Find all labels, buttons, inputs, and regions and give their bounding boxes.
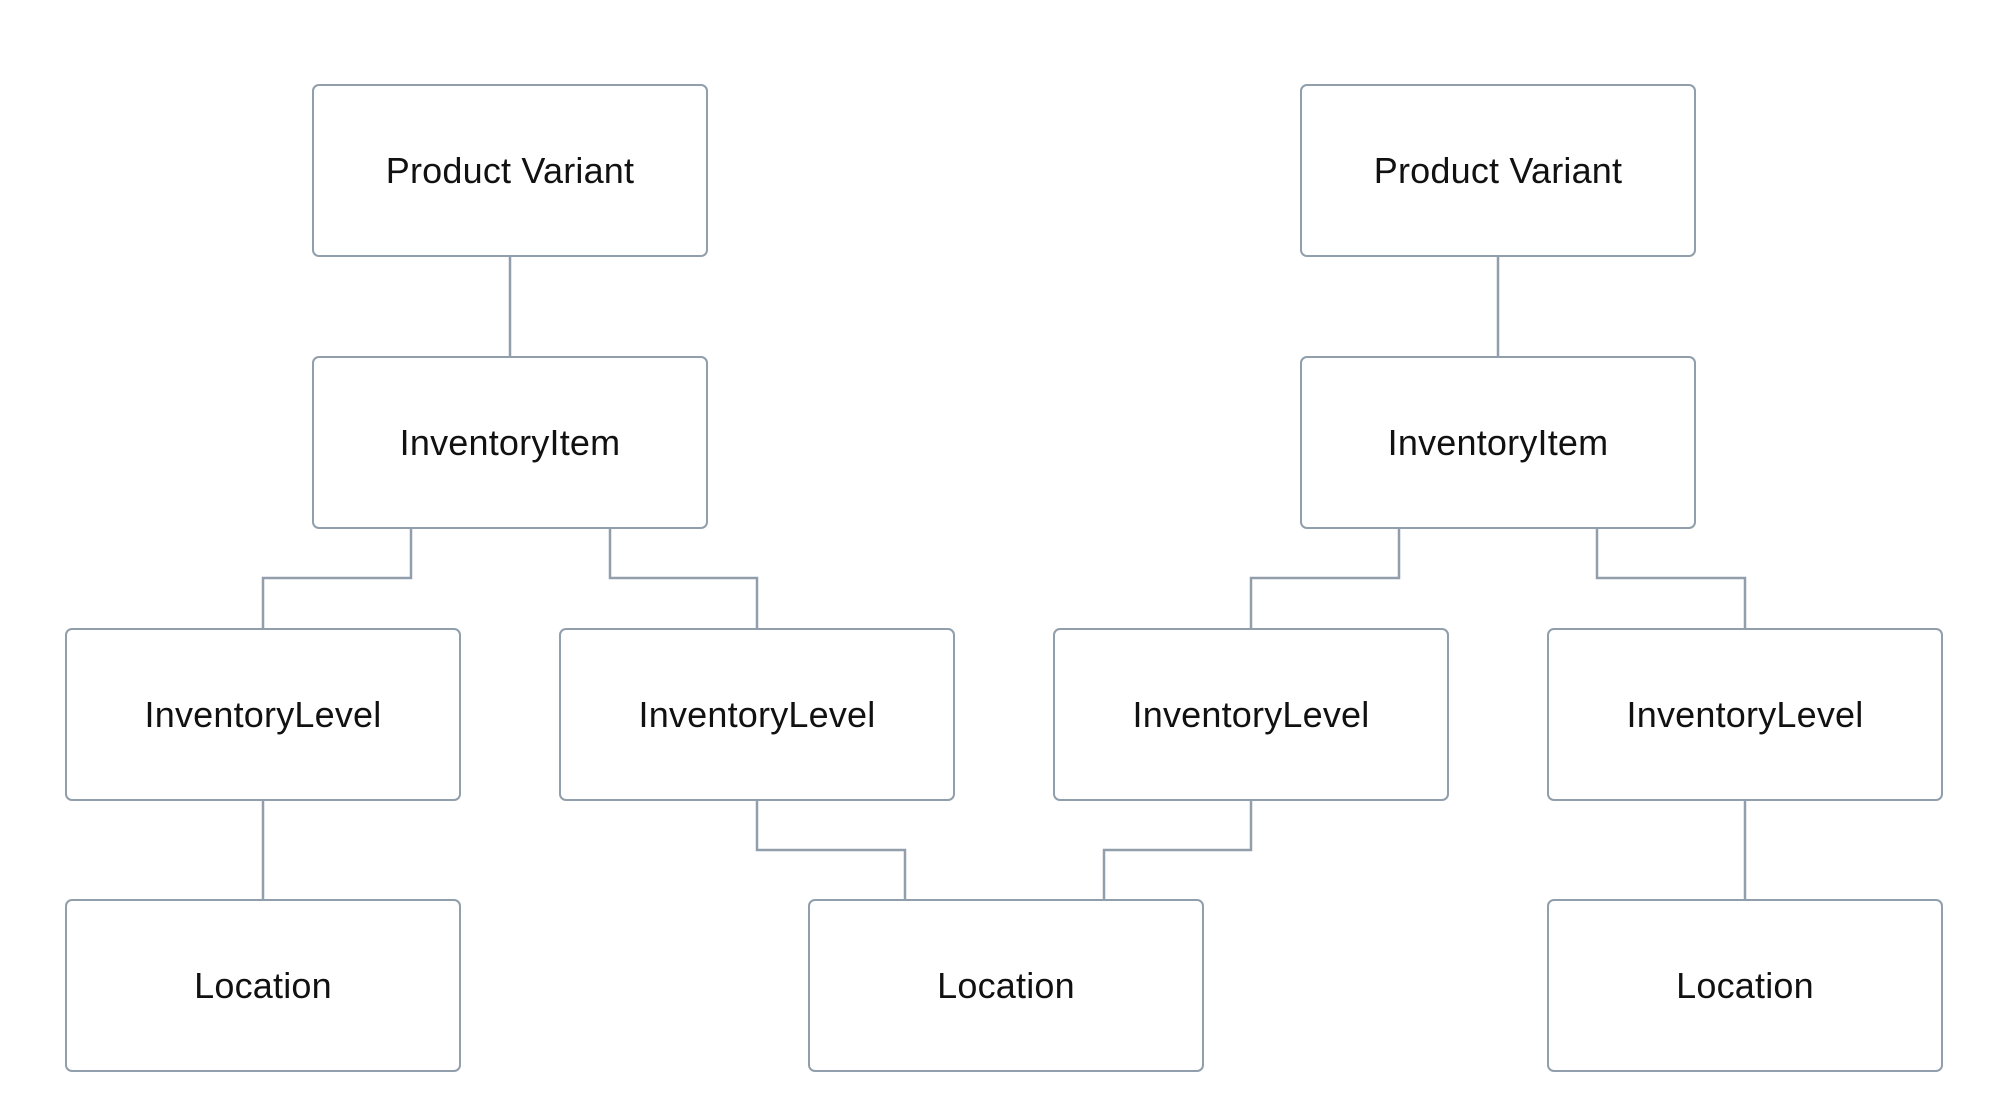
inventory-model-diagram: Product Variant Product Variant Inventor…	[0, 0, 1999, 1116]
edge-ii-right-il-3	[1249, 529, 1401, 628]
node-inventory-level-4: InventoryLevel	[1547, 628, 1943, 801]
node-location-2: Location	[808, 899, 1204, 1072]
node-location-3: Location	[1547, 899, 1943, 1072]
node-inventory-item-left: InventoryItem	[312, 356, 708, 529]
node-label: InventoryLevel	[638, 693, 876, 735]
edge-il-2-loc-2	[755, 801, 907, 899]
edge-ii-left-il-2	[608, 529, 759, 628]
node-product-variant-right: Product Variant	[1300, 84, 1696, 257]
node-label: InventoryItem	[399, 421, 621, 463]
node-label: Location	[937, 964, 1075, 1006]
edge-il-3-loc-2	[1102, 801, 1253, 899]
node-label: Product Variant	[385, 149, 635, 191]
node-location-1: Location	[65, 899, 461, 1072]
node-label: InventoryLevel	[1626, 693, 1864, 735]
node-label: Location	[1676, 964, 1814, 1006]
node-label: InventoryLevel	[1132, 693, 1370, 735]
node-label: InventoryLevel	[144, 693, 382, 735]
node-inventory-level-2: InventoryLevel	[559, 628, 955, 801]
node-inventory-level-3: InventoryLevel	[1053, 628, 1449, 801]
node-inventory-item-right: InventoryItem	[1300, 356, 1696, 529]
node-label: Location	[194, 964, 332, 1006]
node-label: InventoryItem	[1387, 421, 1609, 463]
node-inventory-level-1: InventoryLevel	[65, 628, 461, 801]
node-product-variant-left: Product Variant	[312, 84, 708, 257]
edge-ii-left-il-1	[261, 529, 413, 628]
node-label: Product Variant	[1373, 149, 1623, 191]
edge-ii-right-il-4	[1595, 529, 1747, 628]
